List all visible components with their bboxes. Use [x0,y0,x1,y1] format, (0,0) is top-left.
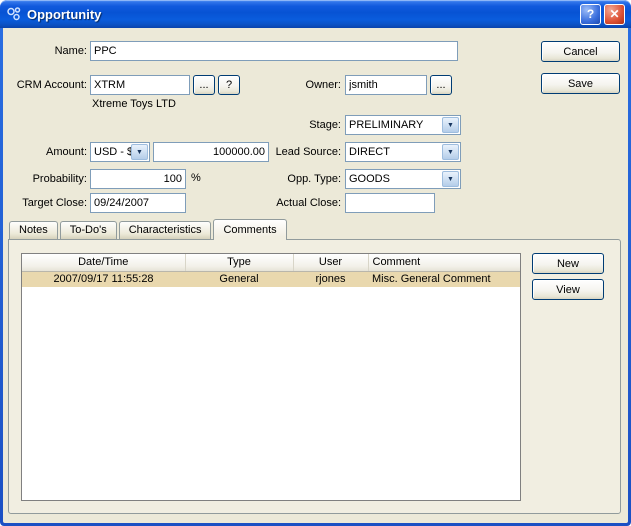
new-button[interactable]: New [532,253,604,274]
chevron-down-icon[interactable]: ▼ [442,171,459,187]
crm-account-browse-button[interactable]: ... [193,75,215,95]
stage-select[interactable]: PRELIMINARY ▼ [345,115,461,135]
cell-datetime: 2007/09/17 11:55:28 [22,271,185,287]
titlebar-buttons: ? ✕ [580,4,625,25]
opp-type-label: Opp. Type: [223,169,341,189]
chevron-down-icon[interactable]: ▼ [442,144,459,160]
tab-comments[interactable]: Comments [213,219,286,240]
cell-user: rjones [293,271,368,287]
actual-close-input[interactable] [345,193,435,213]
crm-account-name-text: Xtreme Toys LTD [92,98,176,110]
cancel-button[interactable]: Cancel [541,41,620,62]
app-icon [6,6,22,22]
lead-source-label: Lead Source: [223,142,341,162]
opp-type-select[interactable]: GOODS ▼ [345,169,461,189]
cell-comment: Misc. General Comment [368,271,520,287]
col-header-comment[interactable]: Comment [368,254,520,271]
col-header-user[interactable]: User [293,254,368,271]
lead-source-value: DIRECT [349,146,390,158]
lead-source-select[interactable]: DIRECT ▼ [345,142,461,162]
target-close-label: Target Close: [3,193,87,213]
name-input[interactable] [90,41,458,61]
currency-value: USD - $ [94,146,133,158]
col-header-datetime[interactable]: Date/Time [22,254,185,271]
table-header-row: Date/Time Type User Comment [22,254,520,271]
save-button[interactable]: Save [541,73,620,94]
stage-value: PRELIMINARY [349,119,423,131]
tab-todos[interactable]: To-Do's [60,221,117,239]
crm-account-label: CRM Account: [3,75,87,95]
actual-close-label: Actual Close: [223,193,341,213]
table-row[interactable]: 2007/09/17 11:55:28 General rjones Misc.… [22,271,520,287]
tab-strip: Notes To-Do's Characteristics Comments [9,219,287,240]
chevron-down-icon[interactable]: ▼ [131,144,148,160]
probability-label: Probability: [3,169,87,189]
close-button[interactable]: ✕ [604,4,625,25]
percent-label: % [191,172,201,184]
col-header-type[interactable]: Type [185,254,293,271]
comments-panel: Date/Time Type User Comment 2007/09/17 1… [8,239,621,514]
comments-table-container: Date/Time Type User Comment 2007/09/17 1… [21,253,521,501]
tab-characteristics[interactable]: Characteristics [119,221,212,239]
probability-input[interactable] [90,169,186,189]
name-label: Name: [3,41,87,61]
cell-type: General [185,271,293,287]
titlebar[interactable]: Opportunity ? ✕ [0,0,631,28]
view-button[interactable]: View [532,279,604,300]
crm-account-input[interactable] [90,75,190,95]
window-title: Opportunity [27,7,101,22]
owner-browse-button[interactable]: ... [430,75,452,95]
chevron-down-icon[interactable]: ▼ [442,117,459,133]
amount-label: Amount: [3,142,87,162]
owner-label: Owner: [223,75,341,95]
opp-type-value: GOODS [349,173,390,185]
comments-table: Date/Time Type User Comment 2007/09/17 1… [22,254,520,287]
dialog-body: Name: Cancel CRM Account: ... ? Owner: .… [3,28,628,523]
opportunity-window: Opportunity ? ✕ Name: Cancel CRM Account… [0,0,631,526]
owner-input[interactable] [345,75,427,95]
tab-notes[interactable]: Notes [9,221,58,239]
currency-select[interactable]: USD - $ ▼ [90,142,150,162]
help-button[interactable]: ? [580,4,601,25]
target-close-input[interactable] [90,193,186,213]
stage-label: Stage: [223,115,341,135]
